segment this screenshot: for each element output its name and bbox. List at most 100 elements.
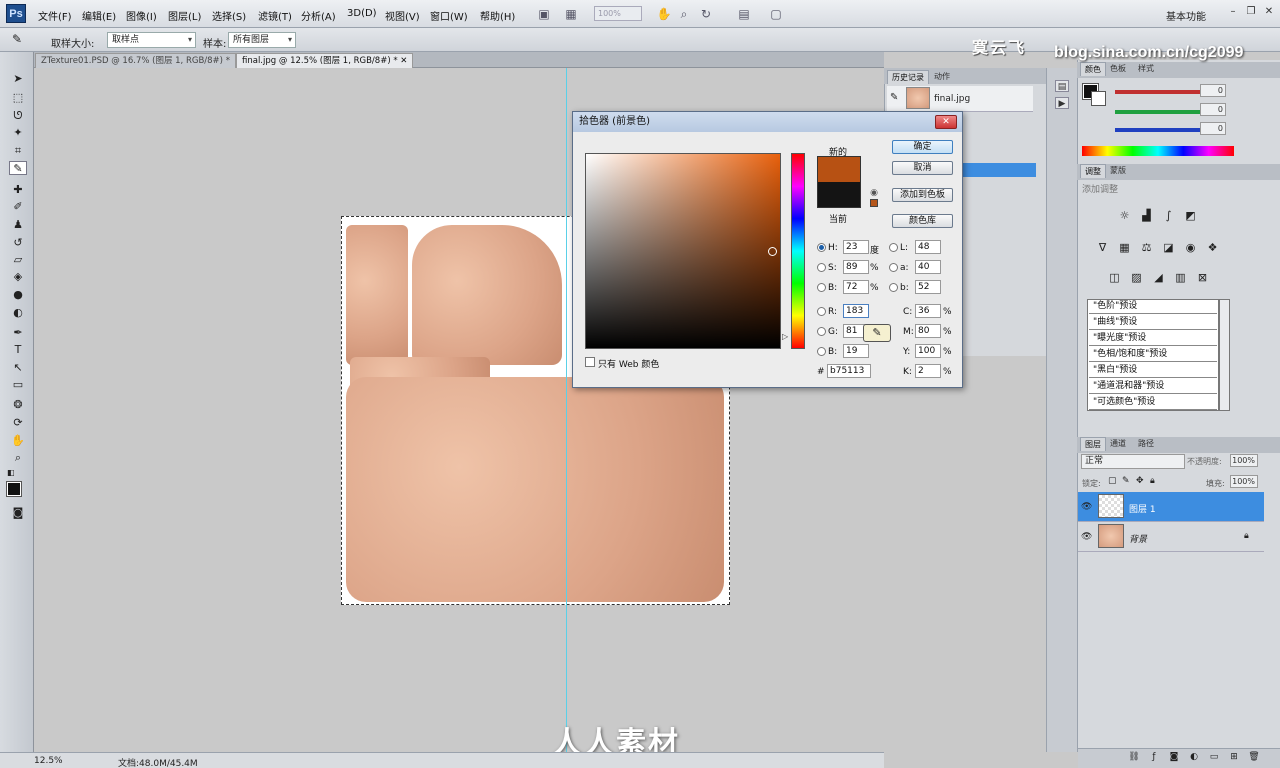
visibility-eye-icon[interactable]: 👁︎: [1081, 532, 1092, 542]
restore-icon[interactable]: ❐: [1244, 5, 1258, 19]
brightness-input[interactable]: 72: [843, 280, 869, 294]
eyedropper-tool-icon[interactable]: ✎: [9, 161, 27, 175]
ok-button[interactable]: 确定: [892, 140, 953, 154]
menu-help[interactable]: 帮助(H): [480, 8, 515, 23]
tab-adjustments[interactable]: 调整: [1080, 164, 1106, 178]
invert-icon[interactable]: ◫: [1106, 270, 1123, 285]
tab-paths[interactable]: 路径: [1134, 437, 1158, 451]
brightness-icon[interactable]: ☼: [1116, 208, 1133, 223]
preset-channel-mixer[interactable]: "通道混和器"预设: [1089, 380, 1217, 394]
out-of-gamut-warning-icon[interactable]: ◉: [869, 188, 879, 198]
dodge-tool-icon[interactable]: ◐: [9, 306, 27, 320]
exposure-icon[interactable]: ◩: [1182, 208, 1199, 223]
history-panel-icon[interactable]: ▤: [1055, 80, 1069, 92]
threshold-icon[interactable]: ◢: [1150, 270, 1167, 285]
preset-curves[interactable]: "曲线"预设: [1089, 316, 1217, 330]
black-white-icon[interactable]: ◪: [1160, 240, 1177, 255]
tab-actions[interactable]: 动作: [930, 70, 954, 84]
presets-scrollbar[interactable]: [1219, 299, 1230, 411]
saturation-input[interactable]: 89: [843, 260, 869, 274]
lock-position-icon[interactable]: ✥: [1136, 476, 1144, 486]
menu-select[interactable]: 选择(S): [212, 8, 246, 23]
minimize-icon[interactable]: –: [1226, 5, 1240, 19]
tab-masks[interactable]: 蒙版: [1106, 164, 1130, 178]
tab-final[interactable]: final.jpg @ 12.5% (图层 1, RGB/8#) * ✕: [236, 53, 414, 68]
bridge-icon[interactable]: ▣: [536, 6, 552, 22]
tab-layers[interactable]: 图层: [1080, 437, 1106, 451]
new-group-icon[interactable]: ▭: [1208, 751, 1220, 763]
color-libraries-button[interactable]: 颜色库: [892, 214, 953, 228]
web-colors-only-checkbox[interactable]: [585, 357, 595, 367]
menu-view[interactable]: 视图(V): [385, 8, 420, 23]
lasso-tool-icon[interactable]: ᘎ: [9, 109, 27, 123]
color-spectrum-ramp[interactable]: [1082, 146, 1234, 156]
radio-lab-b[interactable]: [889, 283, 898, 292]
radio-saturation[interactable]: [817, 263, 826, 272]
link-layers-icon[interactable]: ⛓: [1128, 751, 1140, 763]
blue-value[interactable]: 0: [1200, 122, 1226, 135]
lock-image-icon[interactable]: ✎: [1122, 476, 1130, 486]
workspace-switcher[interactable]: 基本功能: [1166, 8, 1206, 23]
menu-file[interactable]: 文件(F): [38, 8, 72, 23]
black-input[interactable]: 2: [915, 364, 941, 378]
move-tool-icon[interactable]: ➤: [9, 72, 27, 86]
3d-orbit-icon[interactable]: ⟳: [9, 416, 27, 430]
menu-3d[interactable]: 3D(D): [347, 8, 377, 19]
close-icon[interactable]: ✕: [1262, 5, 1276, 19]
color-panel-background[interactable]: [1091, 91, 1106, 106]
sample-size-select[interactable]: 取样点: [107, 32, 196, 48]
vertical-guide[interactable]: [566, 68, 567, 752]
layer-mask-icon[interactable]: ◙: [1168, 751, 1180, 763]
sample-layers-select[interactable]: 所有图层: [228, 32, 296, 48]
layer-style-icon[interactable]: ƒ: [1148, 751, 1160, 763]
snapshot-source-icon[interactable]: ✎: [890, 92, 898, 103]
vibrance-icon[interactable]: ∇: [1094, 240, 1111, 255]
blur-tool-icon[interactable]: ●: [9, 288, 27, 302]
arrange-documents-icon[interactable]: ▤: [736, 6, 752, 22]
lab-l-input[interactable]: 48: [915, 240, 941, 254]
lab-b-input[interactable]: 52: [915, 280, 941, 294]
radio-blue[interactable]: [817, 347, 826, 356]
preset-selective-color[interactable]: "可选颜色"预设: [1089, 396, 1217, 410]
curves-icon[interactable]: ∫: [1160, 208, 1177, 223]
preset-levels[interactable]: "色阶"预设: [1089, 300, 1217, 314]
menu-analysis[interactable]: 分析(A): [301, 8, 336, 23]
levels-icon[interactable]: ▟: [1138, 208, 1155, 223]
gamut-color-chip[interactable]: [870, 199, 878, 207]
yellow-input[interactable]: 100: [915, 344, 941, 358]
menu-edit[interactable]: 编辑(E): [82, 8, 116, 23]
brush-tool-icon[interactable]: ✐: [9, 200, 27, 214]
eyedropper-preset-icon[interactable]: ✎: [12, 32, 22, 46]
cancel-button[interactable]: 取消: [892, 161, 953, 175]
menu-image[interactable]: 图像(I): [126, 8, 157, 23]
zoom-tool-icon[interactable]: ⌕: [9, 451, 27, 465]
gradient-map-icon[interactable]: ▥: [1172, 270, 1189, 285]
hue-input[interactable]: 23: [843, 240, 869, 254]
selective-color-icon[interactable]: ⊠: [1194, 270, 1211, 285]
view-extras-icon[interactable]: ▦: [563, 6, 579, 22]
tab-swatches[interactable]: 色板: [1106, 62, 1130, 76]
hex-input[interactable]: b75113: [827, 364, 871, 378]
history-selected-state[interactable]: [958, 163, 1036, 177]
marquee-tool-icon[interactable]: ⬚: [9, 91, 27, 105]
spot-healing-icon[interactable]: ✚: [9, 183, 27, 197]
radio-brightness[interactable]: [817, 283, 826, 292]
zoom-tool-icon[interactable]: ⌕: [676, 6, 692, 22]
actions-panel-icon[interactable]: ▶: [1055, 97, 1069, 109]
default-colors-icon[interactable]: ◧: [7, 468, 15, 477]
current-color-swatch[interactable]: [817, 182, 861, 208]
add-to-swatches-button[interactable]: 添加到色板: [892, 188, 953, 202]
adjustment-layer-icon[interactable]: ◐: [1188, 751, 1200, 763]
history-brush-icon[interactable]: ↺: [9, 236, 27, 250]
preset-black-white[interactable]: "黑白"预设: [1089, 364, 1217, 378]
cyan-input[interactable]: 36: [915, 304, 941, 318]
magenta-input[interactable]: 80: [915, 324, 941, 338]
radio-red[interactable]: [817, 307, 826, 316]
radio-lab-a[interactable]: [889, 263, 898, 272]
radio-green[interactable]: [817, 327, 826, 336]
delete-layer-icon[interactable]: 🗑︎: [1248, 751, 1260, 763]
menu-filter[interactable]: 滤镜(T): [258, 8, 292, 23]
visibility-eye-icon[interactable]: 👁︎: [1081, 502, 1092, 512]
tab-color[interactable]: 颜色: [1080, 62, 1106, 76]
menu-layer[interactable]: 图层(L): [168, 8, 201, 23]
